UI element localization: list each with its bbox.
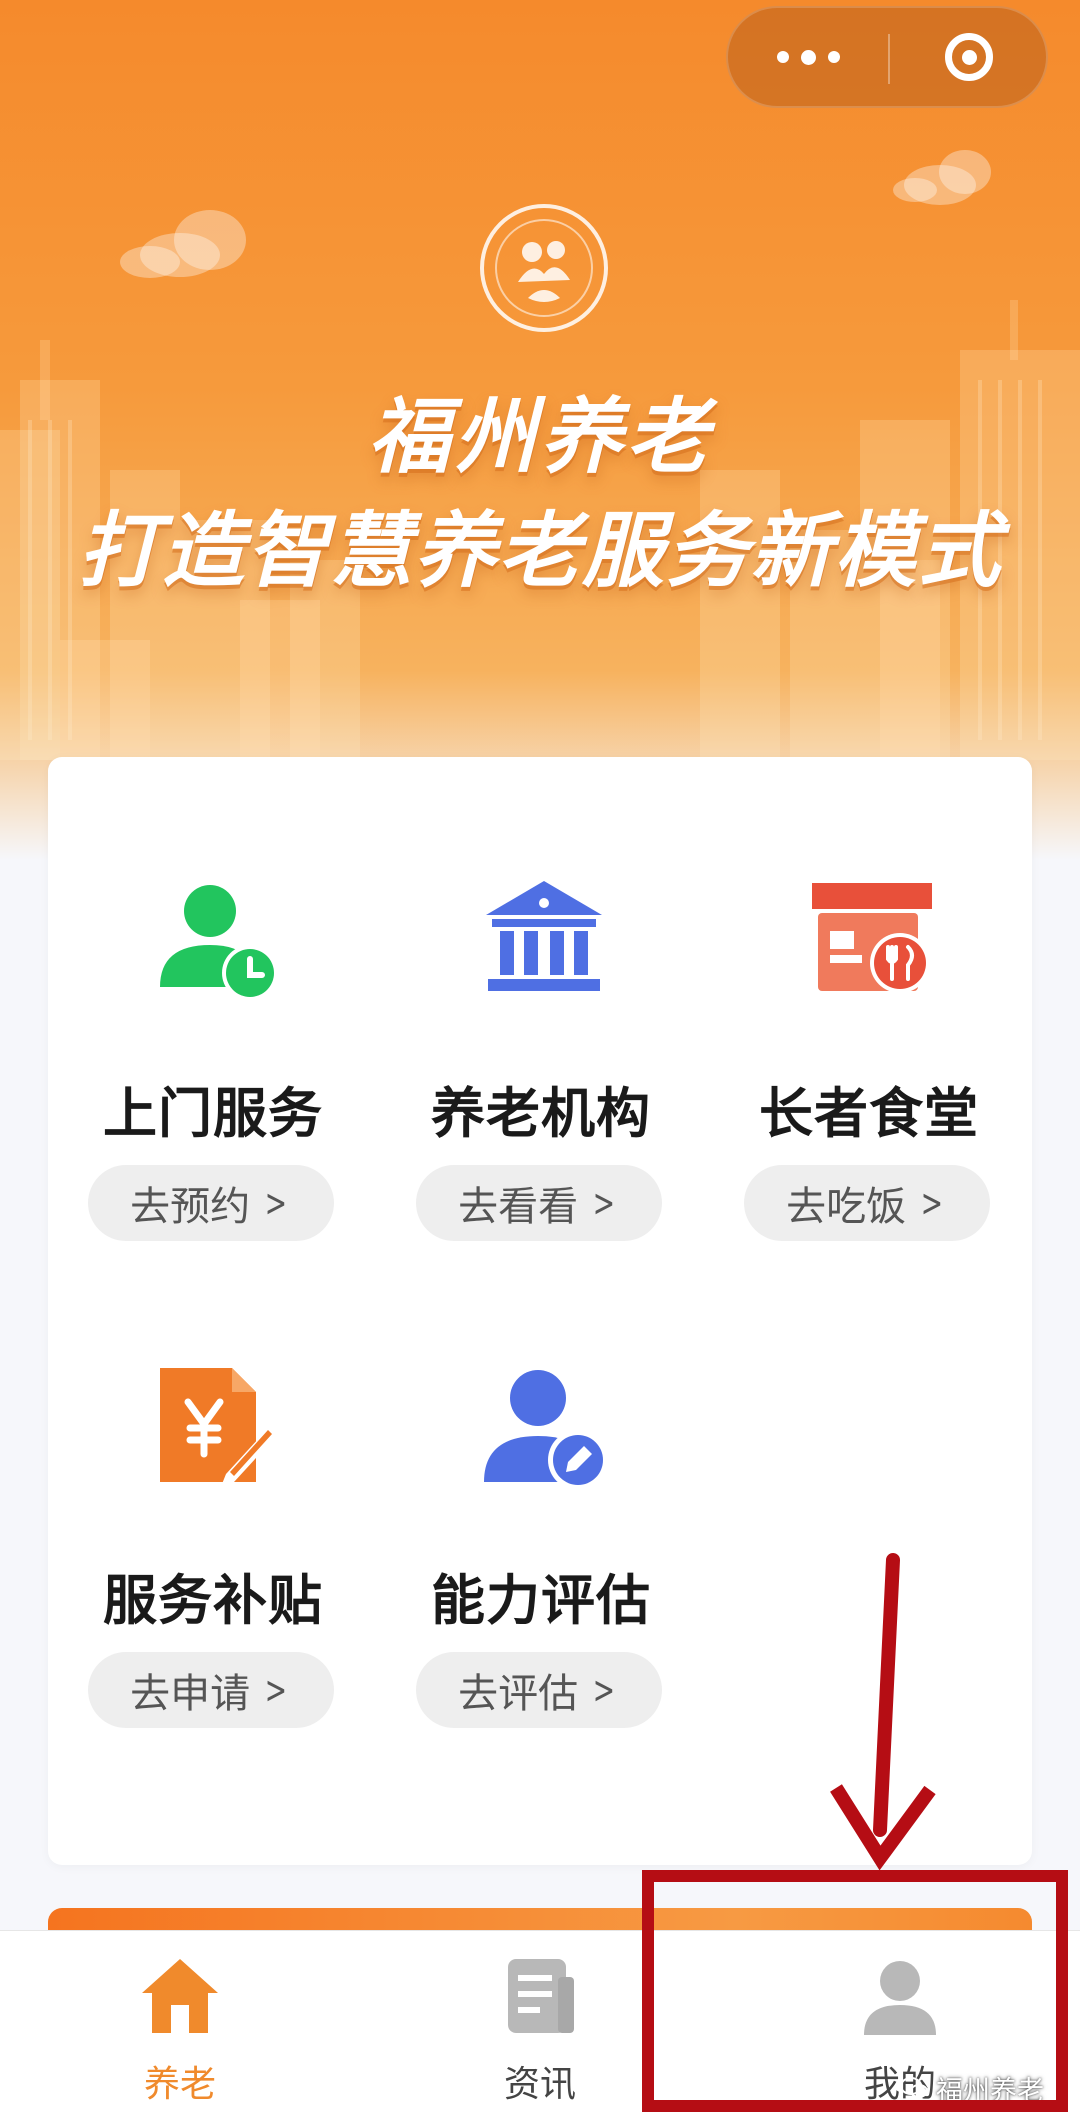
hero-banner: 福州养老 打造智慧养老服务新模式 bbox=[0, 0, 1080, 860]
service-home-visit[interactable]: 上门服务 去预约 > bbox=[48, 757, 376, 1241]
action-label: 去评估 bbox=[458, 1671, 579, 1717]
hero-title: 福州养老 bbox=[368, 390, 712, 485]
more-dots-icon bbox=[771, 49, 846, 65]
chevron-right-icon: > bbox=[920, 1181, 944, 1225]
eat-button[interactable]: 去吃饭 > bbox=[744, 1165, 990, 1241]
service-institution[interactable]: 养老机构 去看看 > bbox=[376, 757, 704, 1241]
home-icon bbox=[142, 1959, 218, 2033]
service-assessment[interactable]: 能力评估 去评估 > bbox=[376, 1244, 704, 1728]
assess-button[interactable]: 去评估 > bbox=[416, 1652, 662, 1728]
hero-subtitle: 打造智慧养老服务新模式 bbox=[78, 504, 1002, 599]
service-subsidy[interactable]: 服务补贴 去申请 > bbox=[48, 1244, 376, 1728]
canteen-store-icon bbox=[812, 883, 932, 993]
apply-button[interactable]: 去申请 > bbox=[88, 1652, 334, 1728]
chevron-right-icon: > bbox=[264, 1181, 288, 1225]
service-canteen[interactable]: 长者食堂 去吃饭 > bbox=[704, 757, 1032, 1241]
user-icon bbox=[864, 1961, 936, 2035]
service-title: 长者食堂 bbox=[759, 1082, 979, 1145]
action-label: 去吃饭 bbox=[786, 1184, 907, 1230]
service-title: 能力评估 bbox=[431, 1569, 651, 1632]
chevron-right-icon: > bbox=[592, 1181, 616, 1225]
view-button[interactable]: 去看看 > bbox=[416, 1165, 662, 1241]
tab-label: 养老 bbox=[143, 2064, 216, 2105]
book-button[interactable]: 去预约 > bbox=[88, 1165, 334, 1241]
tab-label: 资讯 bbox=[503, 2064, 576, 2105]
tab-elderly-care[interactable]: 养老 bbox=[0, 1931, 360, 2113]
home-visit-user-clock-icon bbox=[160, 885, 278, 1001]
service-title: 养老机构 bbox=[431, 1082, 651, 1145]
more-button[interactable] bbox=[728, 8, 888, 106]
action-label: 去申请 bbox=[130, 1671, 251, 1717]
fuzhou-elderly-service-logo bbox=[480, 204, 608, 332]
close-button[interactable] bbox=[890, 8, 1048, 106]
service-title: 服务补贴 bbox=[103, 1569, 323, 1632]
wechat-icon bbox=[900, 2077, 928, 2098]
action-label: 去预约 bbox=[130, 1184, 251, 1230]
tab-news[interactable]: 资讯 bbox=[360, 1931, 720, 2113]
action-label: 去看看 bbox=[458, 1184, 579, 1230]
news-icon bbox=[508, 1959, 574, 2033]
service-title: 上门服务 bbox=[103, 1082, 323, 1145]
wechat-watermark: 福州养老 bbox=[900, 2071, 1044, 2107]
subsidy-document-icon bbox=[160, 1368, 278, 1484]
watermark-text: 福州养老 bbox=[936, 2075, 1044, 2107]
institution-building-icon bbox=[486, 881, 602, 991]
miniprogram-capsule bbox=[726, 6, 1048, 108]
service-grid-card: 上门服务 去预约 > 养老机构 去看看 > 长者食堂 去吃饭 > 服务补贴 去申… bbox=[48, 757, 1032, 1865]
chevron-right-icon: > bbox=[264, 1668, 288, 1712]
assessment-user-edit-icon bbox=[484, 1370, 608, 1490]
chevron-right-icon: > bbox=[592, 1668, 616, 1712]
close-target-icon bbox=[945, 33, 993, 81]
